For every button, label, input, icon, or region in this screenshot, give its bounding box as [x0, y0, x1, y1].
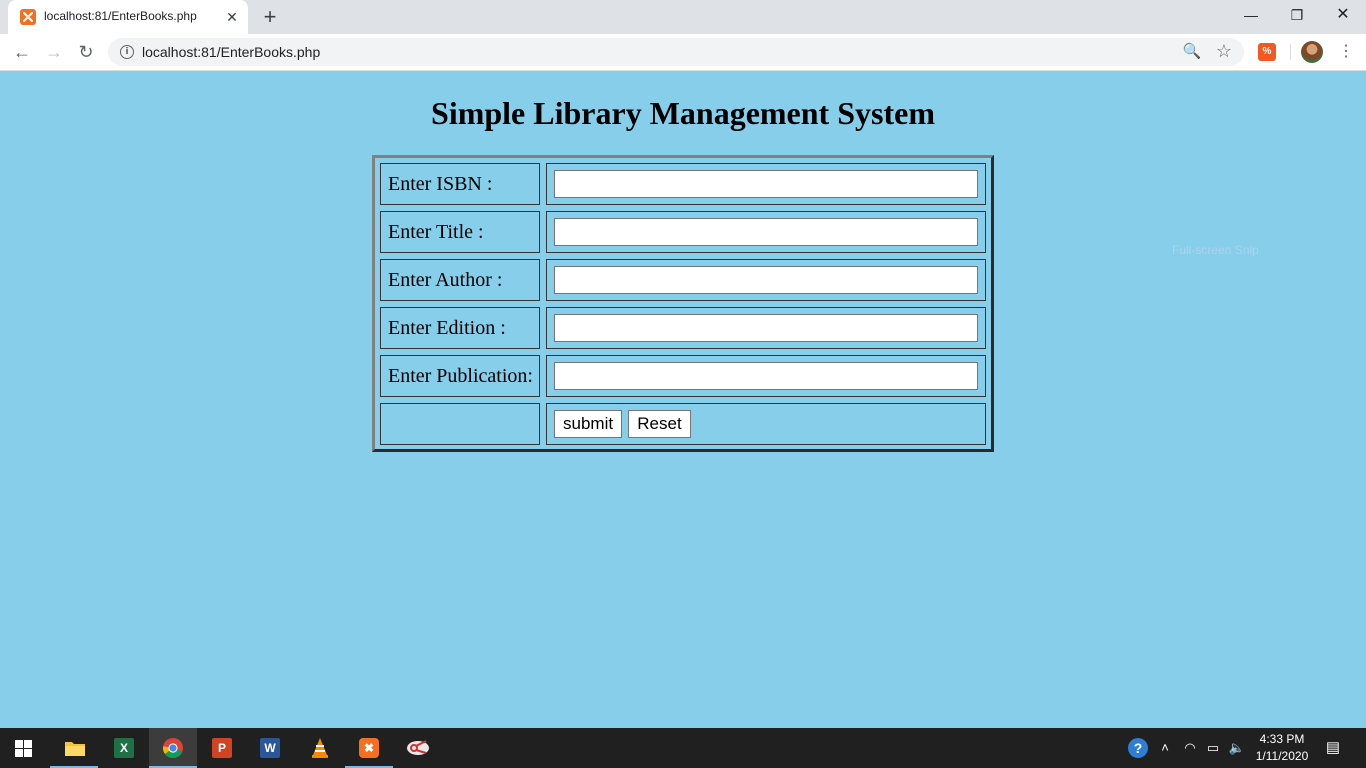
help-icon[interactable]: ?: [1128, 738, 1148, 758]
excel-icon: X: [114, 738, 134, 758]
vlc-icon: [312, 738, 328, 758]
publication-cell: [546, 355, 986, 397]
browser-toolbar: ← → ↻ i localhost:81/EnterBooks.php 🔍 ☆ …: [0, 34, 1366, 71]
snip-overlay-text: Full-screen Snip: [1172, 243, 1259, 257]
taskbar-chrome[interactable]: [149, 728, 197, 768]
taskbar-xampp[interactable]: ✖: [345, 728, 393, 768]
edition-input[interactable]: [554, 314, 978, 342]
tab-close-icon[interactable]: ✕: [222, 7, 242, 27]
clock-time: 4:33 PM: [1259, 732, 1305, 746]
author-label: Enter Author :: [380, 259, 540, 301]
extension-icon[interactable]: %: [1258, 43, 1276, 61]
taskbar-vlc[interactable]: [296, 728, 344, 768]
reload-button[interactable]: ↻: [72, 38, 100, 66]
window-close-button[interactable]: ✕: [1320, 0, 1366, 30]
new-tab-button[interactable]: +: [258, 5, 282, 29]
back-button[interactable]: ←: [8, 38, 36, 66]
network-icon[interactable]: ◠: [1181, 738, 1199, 758]
submit-button[interactable]: submit: [554, 410, 622, 438]
title-input[interactable]: [554, 218, 978, 246]
title-label: Enter Title :: [380, 211, 540, 253]
tab-title: localhost:81/EnterBooks.php: [44, 9, 197, 23]
isbn-cell: [546, 163, 986, 205]
browser-tabstrip: localhost:81/EnterBooks.php ✕ + — ❐ ✕: [0, 0, 1366, 34]
taskbar-word[interactable]: W: [246, 728, 294, 768]
taskbar-excel[interactable]: X: [100, 728, 148, 768]
site-info-icon[interactable]: i: [120, 45, 134, 59]
author-input[interactable]: [554, 266, 978, 294]
taskbar-powerpoint[interactable]: P: [198, 728, 246, 768]
isbn-label: Enter ISBN :: [380, 163, 540, 205]
book-entry-form: Enter ISBN : Enter Title : Enter Author …: [372, 155, 994, 452]
volume-icon[interactable]: 🔈: [1228, 738, 1246, 758]
bookmark-star-icon[interactable]: ☆: [1214, 41, 1234, 61]
window-minimize-button[interactable]: —: [1228, 0, 1274, 30]
xampp-favicon-icon: [20, 9, 36, 25]
publication-label: Enter Publication:: [380, 355, 540, 397]
forward-button[interactable]: →: [40, 38, 68, 66]
toolbar-divider: [1290, 44, 1291, 60]
url-text[interactable]: localhost:81/EnterBooks.php: [142, 44, 320, 60]
page-content: Simple Library Management System Enter I…: [0, 71, 1366, 728]
button-cell: submit Reset: [546, 403, 986, 445]
taskbar-snipping-tool[interactable]: [394, 728, 442, 768]
taskbar-file-explorer[interactable]: [50, 728, 98, 768]
windows-icon: [15, 740, 32, 757]
browser-tab[interactable]: localhost:81/EnterBooks.php ✕: [8, 0, 248, 34]
profile-avatar[interactable]: [1301, 41, 1323, 63]
page-title: Simple Library Management System: [431, 95, 935, 131]
chrome-icon: [163, 738, 183, 758]
zoom-icon[interactable]: 🔍: [1182, 42, 1202, 62]
edition-label: Enter Edition :: [380, 307, 540, 349]
window-maximize-button[interactable]: ❐: [1274, 0, 1320, 30]
author-cell: [546, 259, 986, 301]
browser-menu-icon[interactable]: ⋮: [1336, 38, 1356, 66]
folder-icon: [65, 742, 85, 756]
battery-icon[interactable]: ▭: [1204, 738, 1222, 758]
word-icon: W: [260, 738, 280, 758]
powerpoint-icon: P: [212, 738, 232, 758]
taskbar: X P W ✖ ? ˄ ◠ ▭ 🔈 4:33 PM 1/11/2020 ▤: [0, 728, 1366, 768]
publication-input[interactable]: [554, 362, 978, 390]
edition-cell: [546, 307, 986, 349]
clock[interactable]: 4:33 PM 1/11/2020: [1250, 731, 1314, 765]
reset-button[interactable]: Reset: [628, 410, 691, 438]
address-bar[interactable]: i localhost:81/EnterBooks.php 🔍 ☆: [108, 38, 1244, 66]
title-cell: [546, 211, 986, 253]
start-button[interactable]: [0, 728, 48, 768]
xampp-icon: ✖: [359, 738, 379, 758]
notifications-icon[interactable]: ▤: [1322, 738, 1344, 758]
clock-date: 1/11/2020: [1255, 749, 1309, 763]
isbn-input[interactable]: [554, 170, 978, 198]
empty-label-cell: [380, 403, 540, 445]
show-hidden-icons-icon[interactable]: ˄: [1156, 738, 1174, 758]
snip-icon: [407, 740, 429, 755]
